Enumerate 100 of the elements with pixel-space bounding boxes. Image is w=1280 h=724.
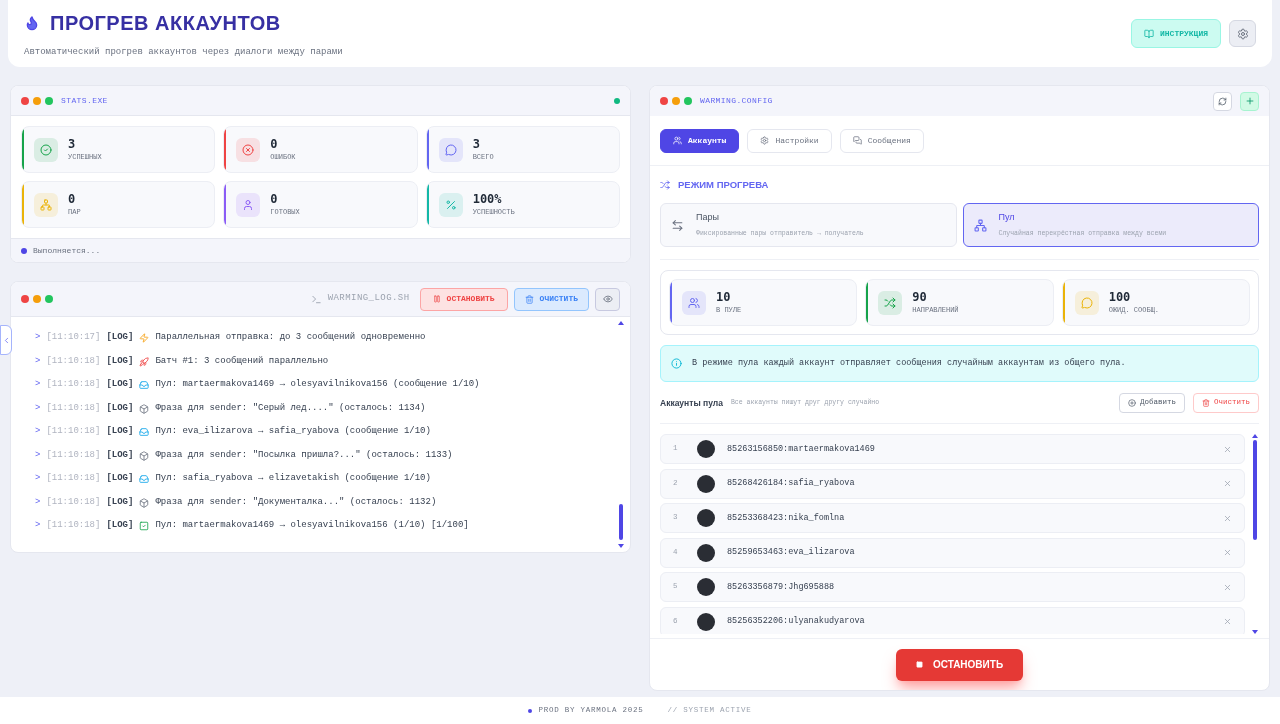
settings-icon: [760, 136, 770, 145]
log-prompt: >: [35, 378, 41, 392]
panel-title: WARMING.CONFIG: [700, 95, 773, 107]
status-text: Выполняется...: [33, 244, 101, 257]
log-time: [11:10:18]: [46, 354, 101, 368]
stop-log-button[interactable]: ОСТАНОВИТЬ: [419, 287, 508, 311]
rocket-icon: [139, 356, 150, 367]
close-icon[interactable]: [1223, 617, 1232, 626]
avatar: [697, 509, 715, 527]
tab[interactable]: Аккаунты: [660, 128, 740, 153]
log-tag: [LOG]: [106, 425, 134, 439]
scroll-down-icon[interactable]: [1252, 630, 1258, 634]
log-prompt: >: [35, 425, 41, 439]
scrollbar-thumb[interactable]: [619, 504, 623, 540]
chat-bubble-icon: [1074, 290, 1099, 315]
close-icon[interactable]: [1223, 548, 1232, 557]
log-time: [11:10:18]: [46, 519, 101, 533]
book-icon: [1144, 28, 1154, 39]
log-time: [11:10:18]: [46, 448, 101, 462]
close-icon[interactable]: [1223, 582, 1232, 592]
sidebar-toggle[interactable]: [0, 325, 12, 355]
flame-icon: [24, 14, 40, 31]
stat-value: 0: [68, 193, 77, 205]
stat-value: 100%: [472, 193, 503, 205]
log-message: Фраза для sender: "Документалка..." (осталось: 1132): [155, 495, 437, 509]
chat-bubble-icon: [438, 137, 463, 162]
trash-icon: [1202, 399, 1210, 407]
close-icon[interactable]: [1223, 513, 1232, 523]
cube-icon: [139, 403, 150, 414]
log-tag: [LOG]: [106, 354, 134, 369]
tray-icon: [139, 380, 150, 390]
mode-name: Пары: [696, 211, 720, 225]
user-icon: [236, 192, 261, 217]
avatar: [697, 612, 715, 631]
stat-value: 0: [270, 193, 279, 205]
log-message: Пул: eva_ilizarova → safia_ryabova (сообщение 1/10): [155, 425, 431, 439]
log-message: Параллельная отправка: до 3 сообщений одновременно: [155, 331, 426, 345]
log-message: Пул: martaermakova1469 → olesyavilnikova156 (сообщение 1/10): [155, 378, 480, 392]
log-message: Пул: safia_ryabova → elizavetakish (сообщение 1/10): [155, 472, 431, 486]
stop-button[interactable]: ОСТАНОВИТЬ: [895, 648, 1024, 681]
info-text: В режиме пула каждый аккаунт отправляет сообщения случайным аккаунтам из общего пула.: [692, 357, 1126, 370]
account-name: 85268426184:safia_ryabova: [727, 477, 856, 490]
clear-log-button[interactable]: ОЧИСТИТЬ: [513, 287, 589, 311]
info-icon: [671, 358, 682, 369]
account-name: 85253368423:nika_fomlna: [727, 511, 846, 525]
scroll-down-icon[interactable]: [618, 544, 624, 548]
log-time: [11:10:18]: [46, 425, 101, 439]
stat-value: 100: [1108, 291, 1132, 303]
log-tag: [LOG]: [106, 331, 134, 345]
refresh-icon: [1218, 96, 1227, 106]
eye-icon: [602, 294, 613, 304]
shuffle-icon: [878, 290, 903, 315]
log-message: Пул: martaermakova1469 → olesyavilnikova156 (1/10) [1/100]: [155, 519, 469, 533]
log-time: [11:10:18]: [46, 472, 101, 486]
users-icon: [682, 290, 706, 315]
avatar: [697, 543, 715, 562]
log-prompt: >: [35, 354, 41, 368]
window-controls-icon: [21, 96, 53, 105]
tab[interactable]: Настройки: [747, 128, 832, 153]
log-tag: [LOG]: [106, 495, 134, 510]
avatar: [697, 440, 715, 458]
log-prompt: >: [35, 472, 41, 486]
scroll-up-icon[interactable]: [1252, 434, 1258, 438]
close-icon[interactable]: [1223, 444, 1232, 454]
lightning-icon: [139, 333, 150, 343]
section-title: РЕЖИМ ПРОГРЕВА: [678, 177, 769, 192]
settings-button[interactable]: [1229, 20, 1256, 47]
log-time: [11:10:18]: [46, 378, 101, 392]
panel-title: STATS.EXE: [61, 94, 108, 107]
account-name: 85263356879:Jhg695888: [727, 580, 836, 594]
window-controls-icon: [660, 97, 692, 105]
swap-arrows-icon: [671, 218, 684, 232]
account-name: 85256352206:ulyanakudyarova: [727, 615, 866, 628]
window-controls-icon: [21, 295, 53, 303]
account-name: 85263156850:martaermakova1469: [727, 442, 876, 456]
hierarchy-icon: [34, 192, 58, 217]
tray-icon: [139, 427, 150, 437]
log-tag: [LOG]: [106, 401, 134, 416]
stat-value: 10: [716, 291, 732, 303]
refresh-button[interactable]: [1213, 91, 1232, 111]
users-icon: [673, 136, 682, 145]
pause-icon: [432, 295, 441, 303]
scrollbar-thumb[interactable]: [1253, 440, 1257, 540]
visibility-button[interactable]: [595, 287, 620, 311]
trash-icon: [524, 294, 534, 304]
account-name: 85259653463:eva_ilizarova: [727, 546, 856, 559]
stat-value: 3: [68, 138, 77, 150]
settings-icon: [1236, 27, 1249, 40]
log-prompt: >: [35, 519, 41, 533]
add-button[interactable]: [1240, 91, 1259, 111]
log-prompt: >: [35, 495, 41, 509]
checkbox-icon: [139, 521, 150, 531]
stat-value: 3: [472, 138, 481, 150]
close-icon[interactable]: [1223, 479, 1232, 488]
plus-circle-icon: [1127, 399, 1136, 407]
tab[interactable]: Сообщения: [839, 128, 924, 153]
messages-icon: [852, 136, 862, 145]
shuffle-icon: [660, 180, 670, 190]
scroll-up-icon[interactable]: [618, 321, 624, 325]
pool-title: Аккаунты пула: [660, 396, 723, 410]
